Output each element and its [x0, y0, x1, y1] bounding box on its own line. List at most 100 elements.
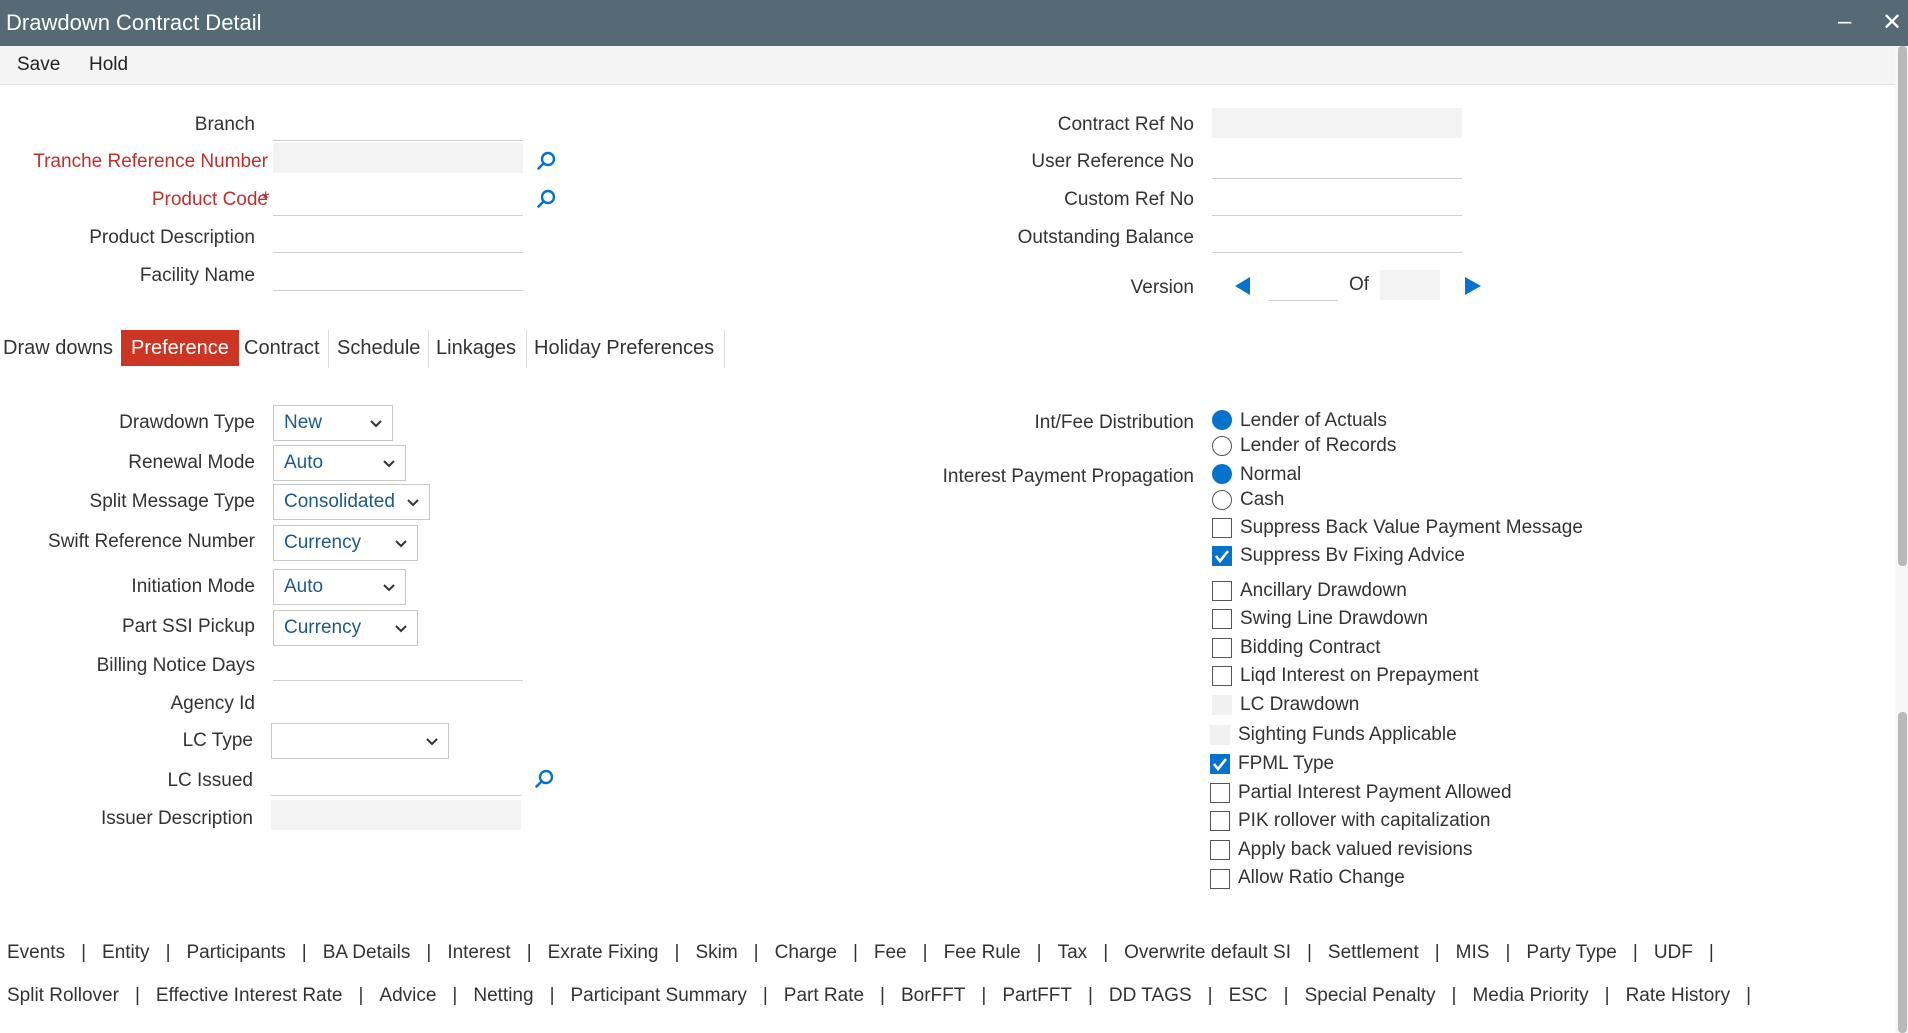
lc-issued-field[interactable]	[271, 765, 521, 796]
subsystem-link[interactable]: UDF	[1654, 942, 1693, 963]
subsystem-link[interactable]: Participant Summary	[571, 985, 747, 1006]
version-next-icon[interactable]	[1465, 277, 1481, 295]
product-code-search-icon[interactable]	[537, 189, 557, 209]
subsystem-link[interactable]: Entity	[102, 942, 150, 963]
tab-preference[interactable]: Preference	[121, 330, 239, 366]
subsystem-link[interactable]: MIS	[1456, 942, 1490, 963]
tranche-ref-search-icon[interactable]	[537, 151, 557, 171]
part-ssi-pickup-select[interactable]: Currency	[273, 610, 418, 646]
fpml-type-checkbox[interactable]	[1210, 754, 1230, 774]
liqd-interest-prepayment-checkbox[interactable]	[1212, 666, 1232, 686]
subsystem-link[interactable]: Settlement	[1328, 942, 1419, 963]
billing-notice-days-field[interactable]	[273, 650, 523, 681]
subsystem-link[interactable]: Skim	[695, 942, 737, 963]
version-current-field[interactable]	[1268, 270, 1338, 301]
tab-contract[interactable]: Contract	[244, 330, 320, 366]
version-of-label: Of	[1349, 274, 1370, 295]
user-ref-field[interactable]	[1212, 148, 1462, 179]
subsystem-link[interactable]: Special Penalty	[1305, 985, 1436, 1006]
subsystem-link[interactable]: Fee Rule	[944, 942, 1021, 963]
branch-field[interactable]	[273, 110, 523, 141]
subsystem-link[interactable]: Advice	[379, 985, 436, 1006]
swing-line-drawdown-checkbox[interactable]	[1212, 609, 1232, 629]
version-prev-icon[interactable]	[1235, 277, 1251, 295]
suppress-back-value-payment-checkbox[interactable]	[1212, 518, 1232, 538]
subsystem-link[interactable]: Netting	[473, 985, 533, 1006]
product-desc-field[interactable]	[273, 222, 523, 253]
tab-schedule[interactable]: Schedule	[337, 330, 420, 366]
link-separator: |	[1746, 985, 1752, 1006]
link-separator: |	[165, 942, 171, 963]
link-separator: |	[1207, 985, 1213, 1006]
link-separator: |	[452, 985, 458, 1006]
hold-button[interactable]: Hold	[89, 54, 128, 76]
close-button[interactable]: ✕	[1882, 8, 1902, 37]
initiation-mode-select[interactable]: Auto	[273, 569, 406, 605]
version-total-field	[1380, 270, 1440, 300]
product-code-field[interactable]	[273, 185, 523, 216]
subsystem-link[interactable]: BA Details	[323, 942, 411, 963]
subsystem-link[interactable]: Overwrite default SI	[1124, 942, 1291, 963]
chevron-down-icon	[370, 420, 382, 428]
subsystem-link[interactable]: Fee	[874, 942, 907, 963]
allow-ratio-change-checkbox[interactable]	[1210, 869, 1230, 889]
tranche-ref-field[interactable]	[273, 143, 523, 173]
subsystem-link[interactable]: Interest	[447, 942, 510, 963]
subsystem-link[interactable]: Tax	[1058, 942, 1088, 963]
issuer-description-label: Issuer Description	[100, 808, 253, 829]
radio-lender-of-records[interactable]	[1212, 436, 1232, 456]
radio-normal[interactable]	[1212, 464, 1232, 484]
link-separator: |	[1604, 985, 1610, 1006]
facility-name-field[interactable]	[273, 260, 523, 291]
window-title: Drawdown Contract Detail	[6, 10, 262, 35]
renewal-mode-label: Renewal Mode	[128, 452, 255, 473]
fpml-type-label: FPML Type	[1238, 753, 1335, 774]
drawdown-type-label: Drawdown Type	[119, 412, 255, 433]
contract-ref-label: Contract Ref No	[1057, 114, 1194, 135]
tab-linkages[interactable]: Linkages	[436, 330, 516, 366]
subsystem-link[interactable]: DD TAGS	[1109, 985, 1192, 1006]
outstanding-balance-field[interactable]	[1212, 222, 1462, 253]
tab-holiday-preferences[interactable]: Holiday Preferences	[534, 330, 714, 366]
scrollbar-thumb[interactable]	[1898, 46, 1907, 566]
swift-reference-select[interactable]: Currency	[273, 525, 418, 561]
subsystem-link[interactable]: Media Priority	[1472, 985, 1588, 1006]
subsystem-link[interactable]: Effective Interest Rate	[156, 985, 343, 1006]
tab-draw-downs[interactable]: Draw downs	[3, 330, 113, 366]
subsystem-link[interactable]: Exrate Fixing	[548, 942, 659, 963]
partial-interest-payment-checkbox[interactable]	[1210, 783, 1230, 803]
bidding-contract-checkbox[interactable]	[1212, 638, 1232, 658]
subsystem-link[interactable]: Party Type	[1526, 942, 1616, 963]
subsystem-link[interactable]: BorFFT	[901, 985, 965, 1006]
drawdown-type-select[interactable]: New	[273, 405, 393, 441]
apply-back-valued-checkbox[interactable]	[1210, 840, 1230, 860]
agency-id-field[interactable]	[273, 688, 523, 718]
ancillary-drawdown-checkbox[interactable]	[1212, 581, 1232, 601]
subsystem-link[interactable]: Charge	[775, 942, 837, 963]
save-button[interactable]: Save	[17, 54, 60, 76]
lc-issued-search-icon[interactable]	[535, 769, 555, 789]
sighting-funds-label: Sighting Funds Applicable	[1238, 724, 1457, 745]
subsystem-link[interactable]: Participants	[187, 942, 286, 963]
custom-ref-field[interactable]	[1212, 185, 1462, 216]
part-ssi-pickup-label: Part SSI Pickup	[121, 616, 255, 637]
pik-rollover-checkbox[interactable]	[1210, 811, 1230, 831]
split-message-type-select[interactable]: Consolidated	[273, 484, 430, 520]
minimize-button[interactable]: –	[1838, 8, 1851, 36]
subsystem-link[interactable]: Part Rate	[784, 985, 864, 1006]
radio-lender-of-actuals[interactable]	[1212, 410, 1232, 430]
suppress-bv-fixing-advice-checkbox[interactable]	[1212, 546, 1232, 566]
subsystem-link[interactable]: PartFFT	[1002, 985, 1072, 1006]
subsystem-link[interactable]: ESC	[1229, 985, 1268, 1006]
link-separator: |	[1505, 942, 1511, 963]
product-code-required-mark: *	[262, 189, 270, 210]
lc-type-select[interactable]	[271, 723, 449, 759]
renewal-mode-select[interactable]: Auto	[273, 445, 406, 481]
link-separator: |	[1103, 942, 1109, 963]
subsystem-link[interactable]: Rate History	[1626, 985, 1731, 1006]
radio-cash[interactable]	[1212, 490, 1232, 510]
subsystem-link[interactable]: Events	[7, 942, 65, 963]
link-separator: |	[1036, 942, 1042, 963]
subsystem-link[interactable]: Split Rollover	[7, 985, 119, 1006]
scrollbar-thumb-lower[interactable]	[1898, 712, 1907, 1033]
